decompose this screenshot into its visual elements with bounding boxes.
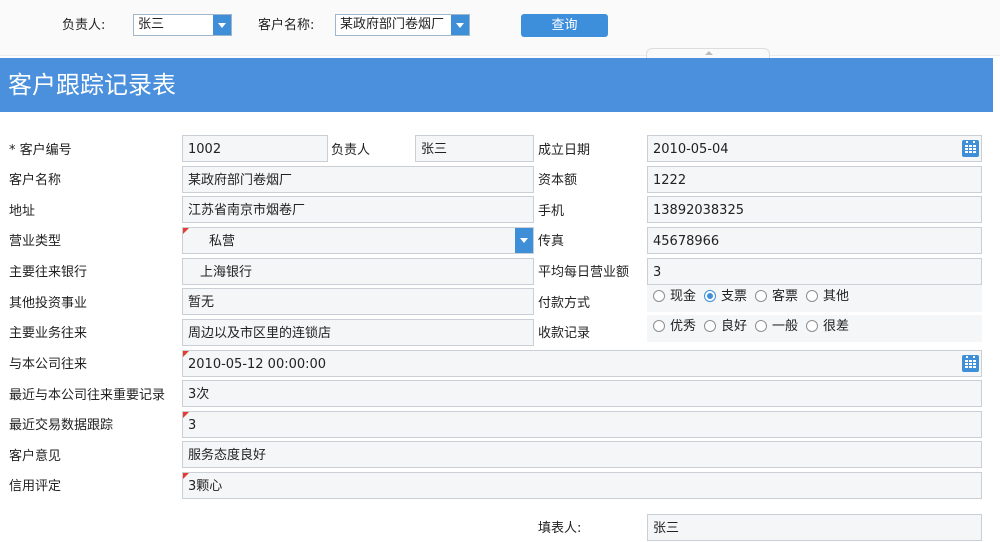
customer-name-label: 客户名称 bbox=[9, 173, 62, 188]
important-records-label: 最近与本公司往来重要记录 bbox=[9, 388, 166, 403]
payment-option-cash[interactable]: 现金 bbox=[653, 289, 696, 305]
collection-record-label: 收款记录 bbox=[538, 326, 591, 341]
mobile-field[interactable]: 13892038325 bbox=[647, 196, 982, 223]
payment-option-label: 现金 bbox=[670, 289, 697, 304]
chevron-down-icon[interactable] bbox=[451, 15, 469, 35]
payment-method-label: 付款方式 bbox=[538, 296, 591, 311]
chevron-down-icon[interactable] bbox=[515, 228, 533, 253]
transaction-tracking-label: 最近交易数据跟踪 bbox=[9, 418, 114, 433]
main-business-value: 周边以及市区里的连锁店 bbox=[188, 326, 332, 341]
collection-option-label: 很差 bbox=[823, 319, 850, 334]
form-title-banner: 客户跟踪记录表 bbox=[0, 58, 993, 112]
filled-by-field[interactable]: 张三 bbox=[647, 514, 982, 541]
radio-icon bbox=[755, 290, 767, 302]
radio-icon bbox=[653, 290, 665, 302]
radio-icon bbox=[755, 320, 767, 332]
payment-option-label: 客票 bbox=[772, 289, 799, 304]
founded-date-field[interactable]: 2010-05-04 bbox=[647, 135, 982, 162]
other-investment-label: 其他投资事业 bbox=[9, 296, 88, 311]
address-label: 地址 bbox=[9, 204, 36, 219]
collection-option-excellent[interactable]: 优秀 bbox=[653, 319, 696, 335]
collection-record-radio-group: 优秀 良好 一般 很差 bbox=[647, 315, 982, 342]
transaction-tracking-field[interactable]: 3 bbox=[182, 411, 982, 438]
payment-option-other[interactable]: 其他 bbox=[806, 289, 849, 305]
collection-option-good[interactable]: 良好 bbox=[704, 319, 747, 335]
opinion-field[interactable]: 服务态度良好 bbox=[182, 441, 982, 468]
chevron-down-icon[interactable] bbox=[213, 15, 231, 35]
collection-option-label: 良好 bbox=[721, 319, 748, 334]
customer-id-value: 1002 bbox=[188, 142, 222, 157]
owner-field[interactable]: 张三 bbox=[415, 135, 534, 162]
address-field[interactable]: 江苏省南京市烟卷厂 bbox=[182, 196, 534, 223]
capital-value: 1222 bbox=[653, 173, 687, 188]
customer-id-field[interactable]: 1002 bbox=[182, 135, 328, 162]
business-type-select[interactable]: 私营 bbox=[182, 227, 534, 254]
avg-daily-revenue-value: 3 bbox=[653, 265, 662, 280]
collection-option-label: 一般 bbox=[772, 319, 799, 334]
main-bank-field[interactable]: 上海银行 bbox=[182, 258, 534, 285]
page-title: 客户跟踪记录表 bbox=[8, 71, 176, 99]
important-records-field[interactable]: 3次 bbox=[182, 380, 982, 407]
capital-label: 资本额 bbox=[538, 173, 578, 188]
customer-filter-select[interactable]: 某政府部门卷烟厂 bbox=[335, 14, 470, 36]
opinion-value: 服务态度良好 bbox=[188, 448, 267, 463]
credit-rating-value: 3颗心 bbox=[188, 479, 223, 494]
other-investment-field[interactable]: 暂无 bbox=[182, 288, 534, 315]
mobile-label: 手机 bbox=[538, 204, 565, 219]
founded-date-value: 2010-05-04 bbox=[653, 142, 729, 157]
customer-name-value: 某政府部门卷烟厂 bbox=[188, 173, 293, 188]
opinion-label: 客户意见 bbox=[9, 449, 62, 464]
query-button[interactable]: 查询 bbox=[521, 14, 608, 37]
payment-method-radio-group: 现金 支票 客票 其他 bbox=[647, 285, 982, 312]
owner-filter-label: 负责人: bbox=[62, 18, 106, 33]
dealings-value: 2010-05-12 00:00:00 bbox=[188, 357, 327, 372]
customer-filter-label: 客户名称: bbox=[258, 18, 315, 33]
transaction-tracking-value: 3 bbox=[188, 418, 197, 433]
calendar-icon[interactable] bbox=[962, 140, 979, 157]
radio-icon bbox=[653, 320, 665, 332]
credit-rating-label: 信用评定 bbox=[9, 479, 62, 494]
collection-option-average[interactable]: 一般 bbox=[755, 319, 798, 335]
main-business-label: 主要业务往来 bbox=[9, 326, 88, 341]
customer-id-label: * 客户编号 bbox=[9, 143, 72, 158]
radio-icon bbox=[806, 320, 818, 332]
capital-field[interactable]: 1222 bbox=[647, 166, 982, 193]
payment-option-bill[interactable]: 客票 bbox=[755, 289, 798, 305]
collapse-toolbar-tab[interactable] bbox=[646, 48, 770, 58]
fax-field[interactable]: 45678966 bbox=[647, 227, 982, 254]
main-bank-label: 主要往来银行 bbox=[9, 265, 88, 280]
owner-value: 张三 bbox=[421, 142, 448, 157]
other-investment-value: 暂无 bbox=[188, 295, 215, 310]
collection-option-label: 优秀 bbox=[670, 319, 697, 334]
radio-icon bbox=[704, 320, 716, 332]
owner-filter-value: 张三 bbox=[138, 17, 165, 32]
payment-option-label: 支票 bbox=[721, 289, 748, 304]
payment-option-check[interactable]: 支票 bbox=[704, 289, 747, 305]
business-type-label: 营业类型 bbox=[9, 234, 62, 249]
mobile-value: 13892038325 bbox=[653, 203, 744, 218]
radio-checked-icon bbox=[704, 290, 716, 302]
avg-daily-revenue-label: 平均每日营业额 bbox=[538, 265, 630, 280]
customer-filter-value: 某政府部门卷烟厂 bbox=[340, 17, 445, 32]
fax-label: 传真 bbox=[538, 234, 565, 249]
dealings-label: 与本公司往来 bbox=[9, 357, 88, 372]
fax-value: 45678966 bbox=[653, 234, 720, 249]
important-records-value: 3次 bbox=[188, 387, 210, 402]
address-value: 江苏省南京市烟卷厂 bbox=[188, 203, 306, 218]
founded-date-label: 成立日期 bbox=[538, 143, 591, 158]
filled-by-label: 填表人: bbox=[538, 521, 582, 536]
owner-filter-select[interactable]: 张三 bbox=[133, 14, 232, 36]
radio-icon bbox=[806, 290, 818, 302]
credit-rating-field[interactable]: 3颗心 bbox=[182, 472, 982, 499]
business-type-value: 私营 bbox=[209, 234, 236, 249]
dealings-datetime-field[interactable]: 2010-05-12 00:00:00 bbox=[182, 350, 982, 377]
main-bank-value: 上海银行 bbox=[200, 265, 253, 280]
calendar-icon[interactable] bbox=[962, 355, 979, 372]
customer-name-field[interactable]: 某政府部门卷烟厂 bbox=[182, 166, 534, 193]
main-business-field[interactable]: 周边以及市区里的连锁店 bbox=[182, 319, 534, 346]
collection-option-poor[interactable]: 很差 bbox=[806, 319, 849, 335]
avg-daily-revenue-field[interactable]: 3 bbox=[647, 258, 982, 285]
owner-label: 负责人 bbox=[331, 143, 371, 158]
payment-option-label: 其他 bbox=[823, 289, 850, 304]
